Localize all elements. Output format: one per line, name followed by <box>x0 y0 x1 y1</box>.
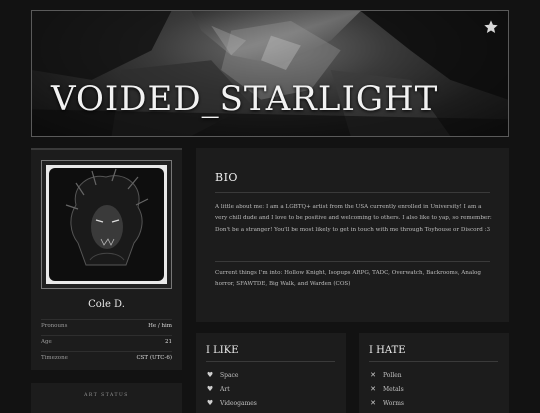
divider <box>206 361 335 362</box>
list-item-label: Pollen <box>383 372 402 379</box>
avatar <box>41 160 172 289</box>
x-icon: ✕ <box>370 399 376 407</box>
hates-panel: I HATE ✕ Pollen ✕ Metals ✕ Worms <box>359 333 509 413</box>
profile-banner: VOIDED_STARLIGHT <box>31 10 509 137</box>
list-item: ✕ Metals <box>369 384 404 394</box>
info-value: CST (UTC-6) <box>136 355 172 361</box>
list-item: ✕ Pollen <box>369 370 402 380</box>
likes-heading: I LIKE <box>206 345 239 356</box>
list-item-label: Art <box>220 386 230 393</box>
x-icon: ✕ <box>370 371 376 379</box>
info-row-pronouns: Pronouns He / him <box>41 319 172 332</box>
profile-page: VOIDED_STARLIGHT Cole D. Pronouns He / h… <box>0 0 540 413</box>
bio-panel: BIO A little about me: I am a LGBTQ+ art… <box>196 148 509 322</box>
profile-name: Cole D. <box>88 299 125 310</box>
hates-heading: I HATE <box>369 345 406 356</box>
list-item: ♥ Art <box>206 384 230 394</box>
list-item-label: Metals <box>383 386 404 393</box>
interests-paragraph: Current things I'm into: Hollow Knight, … <box>215 270 481 288</box>
list-item: ✕ Worms <box>369 398 404 408</box>
list-item-label: Worms <box>383 400 405 407</box>
info-row-age: Age 21 <box>41 335 172 348</box>
avatar-image <box>49 168 164 281</box>
heart-icon: ♥ <box>206 385 214 393</box>
banner-title: VOIDED_STARLIGHT <box>51 79 439 119</box>
x-icon: ✕ <box>370 385 376 393</box>
info-label: Pronouns <box>41 323 68 329</box>
bio-heading: BIO <box>215 171 238 184</box>
divider <box>215 261 490 262</box>
art-status-panel: ART STATUS <box>31 383 182 413</box>
list-item-label: Space <box>220 372 239 379</box>
star-icon[interactable] <box>483 19 499 35</box>
likes-panel: I LIKE ♥ Space ♥ Art ♥ Videogames <box>196 333 346 413</box>
list-item-label: Videogames <box>220 400 257 407</box>
divider <box>215 192 490 193</box>
info-value: He / him <box>148 323 172 329</box>
heart-icon: ♥ <box>206 371 214 379</box>
art-status-label: ART STATUS <box>84 393 129 398</box>
list-item: ♥ Space <box>206 370 239 380</box>
profile-card: Cole D. Pronouns He / him Age 21 Timezon… <box>31 148 182 370</box>
info-value: 21 <box>165 339 172 345</box>
info-row-timezone: Timezone CST (UTC-6) <box>41 351 172 364</box>
bio-paragraph: A little about me: I am a LGBTQ+ artist … <box>215 204 492 233</box>
info-label: Timezone <box>41 355 68 361</box>
list-item: ♥ Videogames <box>206 398 257 408</box>
heart-icon: ♥ <box>206 399 214 407</box>
info-label: Age <box>41 339 52 345</box>
divider <box>369 361 498 362</box>
